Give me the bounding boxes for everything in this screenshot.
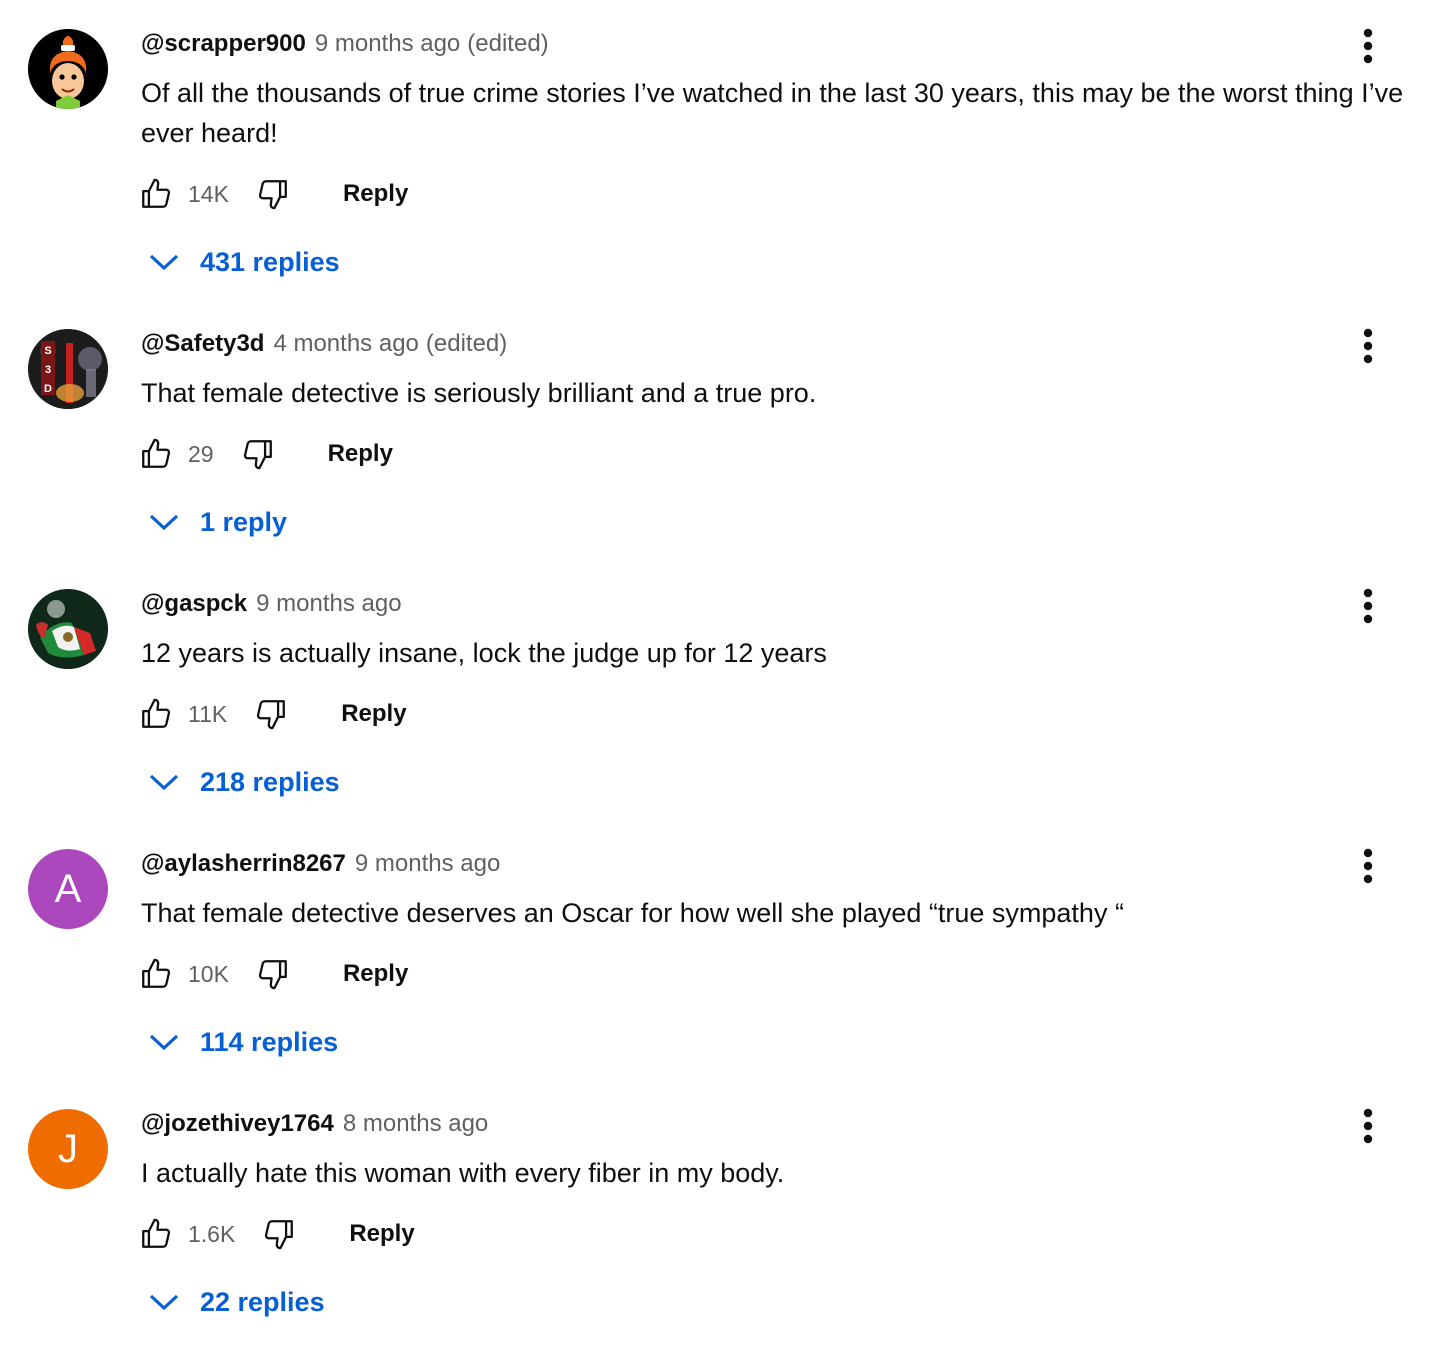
like-count: 29: [188, 440, 214, 467]
more-options-button[interactable]: [1348, 324, 1388, 368]
thumbs-up-icon: [142, 958, 171, 988]
more-vert-icon: [1363, 1108, 1373, 1144]
comment-actions: 10K Reply: [134, 950, 408, 998]
reply-button[interactable]: Reply: [328, 440, 393, 468]
more-options-button[interactable]: [1348, 844, 1388, 888]
replies-count-label[interactable]: 22 replies: [200, 1287, 325, 1318]
view-replies-button[interactable]: 431 replies: [140, 237, 340, 287]
edited-label: (edited): [467, 30, 549, 57]
avatar[interactable]: A: [28, 849, 108, 929]
comment-author[interactable]: @Safety3d: [141, 330, 264, 358]
svg-text:D: D: [44, 383, 52, 395]
like-count: 1.6K: [188, 1220, 236, 1247]
replies-count-label[interactable]: 218 replies: [200, 767, 340, 798]
chevron-down-icon: [140, 758, 188, 806]
reply-button[interactable]: Reply: [349, 1220, 414, 1248]
comment-actions: 11K Reply: [134, 690, 407, 738]
view-replies-button[interactable]: 218 replies: [140, 757, 340, 807]
replies-count-label[interactable]: 114 replies: [200, 1027, 338, 1058]
avatar[interactable]: [28, 29, 108, 109]
comment-thread: @scrapper900 9 months ago (edited) Of al…: [0, 0, 1444, 300]
comment-text: I actually hate this woman with every fi…: [141, 1158, 785, 1188]
more-options-button[interactable]: [1348, 584, 1388, 628]
more-options-button[interactable]: [1348, 24, 1388, 68]
like-button[interactable]: [134, 172, 178, 216]
chevron-down-icon: [140, 498, 188, 546]
comment-thread: S 3 D @Safety3d 4 months ago (edited) Th…: [0, 300, 1444, 560]
night-scene-icon: S 3 D: [28, 329, 108, 409]
comment-thread: @gaspck 9 months ago 12 years is actuall…: [0, 560, 1444, 820]
dislike-button[interactable]: [251, 172, 295, 216]
view-replies-button[interactable]: 114 replies: [140, 1017, 338, 1067]
reply-button[interactable]: Reply: [341, 700, 406, 728]
comment-author[interactable]: @scrapper900: [141, 30, 306, 58]
thumbs-up-icon: [142, 698, 171, 728]
thumbs-up-icon: [142, 438, 171, 468]
avatar[interactable]: S 3 D: [28, 329, 108, 409]
comment-text: That female detective is seriously brill…: [141, 378, 817, 408]
dislike-button[interactable]: [236, 432, 280, 476]
chevron-down-icon: [140, 1018, 188, 1066]
like-button[interactable]: [134, 692, 178, 736]
more-vert-icon: [1363, 848, 1373, 884]
comment-author[interactable]: @aylasherrin8267: [141, 850, 346, 878]
like-button[interactable]: [134, 432, 178, 476]
flag-icon: [28, 589, 108, 669]
comment-time[interactable]: 8 months ago: [343, 1110, 488, 1138]
svg-text:3: 3: [45, 364, 51, 376]
comment-actions: 1.6K Reply: [134, 1210, 415, 1258]
comment-time[interactable]: 9 months ago: [315, 30, 460, 58]
dislike-button[interactable]: [251, 952, 295, 996]
comment-time[interactable]: 9 months ago: [256, 590, 401, 618]
replies-count-label[interactable]: 1 reply: [200, 507, 287, 538]
avatar-letter: A: [54, 866, 82, 911]
more-options-button[interactable]: [1348, 1104, 1388, 1148]
like-button[interactable]: [134, 952, 178, 996]
view-replies-button[interactable]: 22 replies: [140, 1277, 325, 1327]
chevron-down-icon: [140, 238, 188, 286]
comment-actions: 29 Reply: [134, 430, 393, 478]
like-count: 14K: [188, 180, 229, 207]
reply-button[interactable]: Reply: [343, 180, 408, 208]
avatar-letter: J: [58, 1126, 78, 1171]
edited-label: (edited): [425, 330, 508, 357]
comment-time[interactable]: 9 months ago: [355, 850, 500, 878]
thumbs-down-icon: [243, 440, 272, 470]
comment-actions: 14K Reply: [134, 170, 408, 218]
like-count: 10K: [188, 960, 229, 987]
replies-count-label[interactable]: 431 replies: [200, 247, 340, 278]
more-vert-icon: [1363, 28, 1373, 64]
avatar[interactable]: J: [28, 1109, 108, 1189]
more-vert-icon: [1363, 328, 1373, 364]
comment-text: That female detective deserves an Oscar …: [141, 898, 1124, 928]
more-vert-icon: [1363, 588, 1373, 624]
comment-text: 12 years is actually insane, lock the ju…: [141, 638, 827, 668]
comment-time[interactable]: 4 months ago: [273, 330, 418, 358]
cartoon-girl-icon: [28, 29, 108, 109]
thumbs-down-icon: [265, 1220, 294, 1250]
reply-button[interactable]: Reply: [343, 960, 408, 988]
comment-author[interactable]: @gaspck: [141, 590, 247, 618]
thumbs-down-icon: [258, 960, 287, 990]
like-count: 11K: [188, 700, 228, 727]
svg-text:S: S: [44, 345, 51, 357]
avatar[interactable]: [28, 589, 108, 669]
thumbs-up-icon: [142, 178, 171, 208]
thumbs-down-icon: [258, 180, 287, 210]
thumbs-up-icon: [142, 1218, 171, 1248]
comment-text: Of all the thousands of true crime stori…: [141, 78, 1404, 148]
dislike-button[interactable]: [249, 692, 293, 736]
like-button[interactable]: [134, 1212, 178, 1256]
thumbs-down-icon: [257, 700, 286, 730]
view-replies-button[interactable]: 1 reply: [140, 497, 287, 547]
comment-thread: A @aylasherrin8267 9 months ago That fem…: [0, 820, 1444, 1080]
comment-author[interactable]: @jozethivey1764: [141, 1110, 334, 1138]
chevron-down-icon: [140, 1278, 188, 1326]
dislike-button[interactable]: [257, 1212, 301, 1256]
comment-thread: J @jozethivey1764 8 months ago I actuall…: [0, 1080, 1444, 1350]
